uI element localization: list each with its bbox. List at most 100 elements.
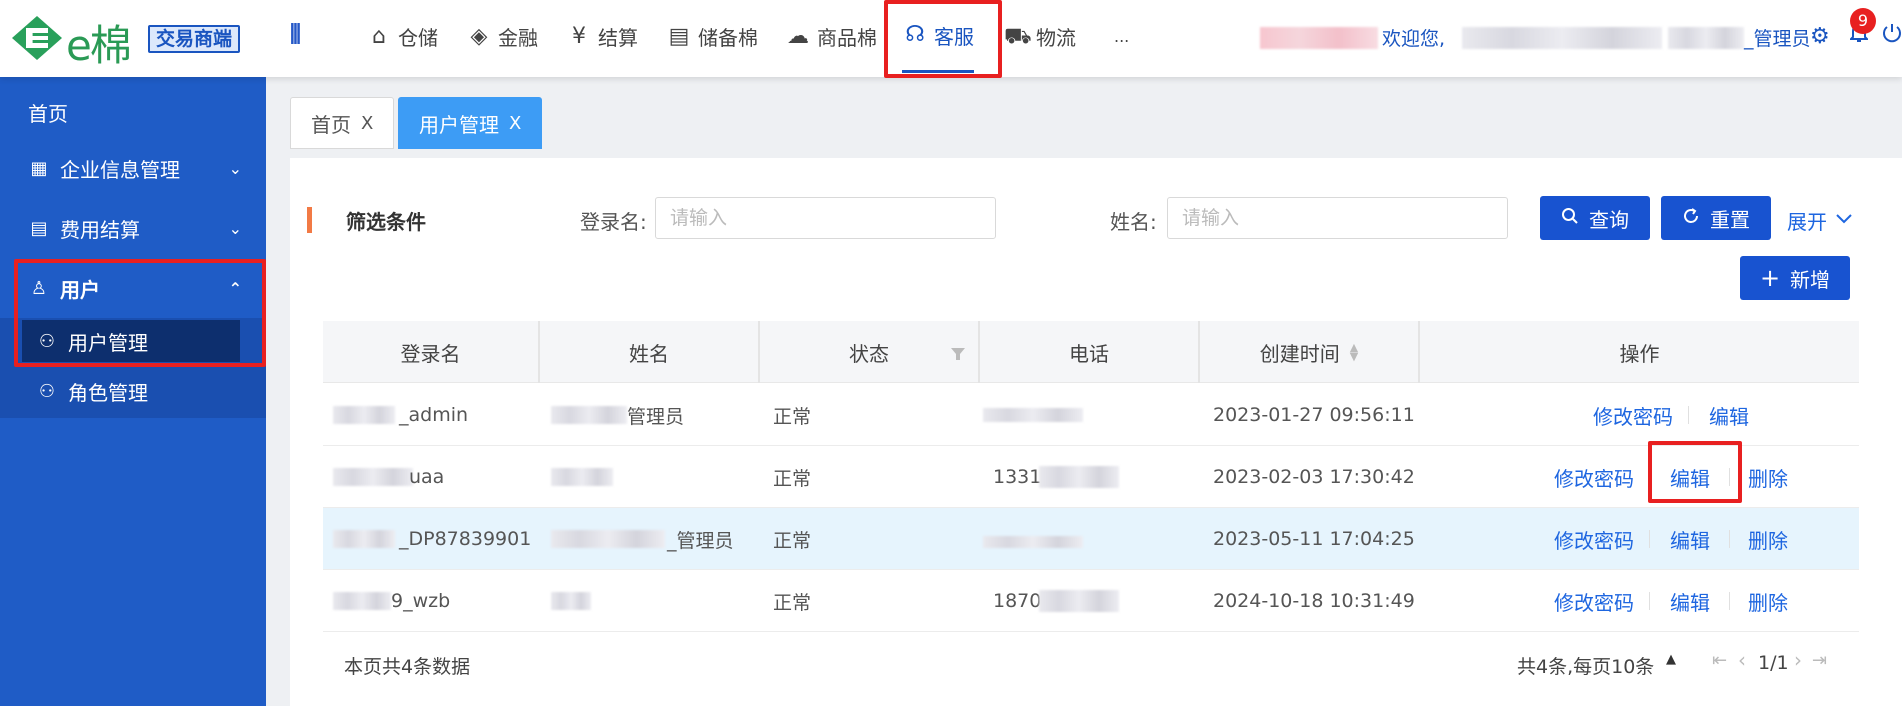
role-icon: ⚇ xyxy=(38,380,56,402)
add-button-label: 新增 xyxy=(1790,267,1831,292)
filter-accent-bar xyxy=(307,207,312,233)
redacted-login xyxy=(333,530,395,548)
nav-settlement[interactable]: ¥ 结算 xyxy=(566,0,638,73)
nav-more[interactable]: ... xyxy=(1114,0,1129,73)
change-password-link[interactable]: 修改密码 xyxy=(1554,446,1634,508)
sidebar-subitem-role-management[interactable]: ⚇ 角色管理 xyxy=(0,370,266,412)
op-separator xyxy=(1729,592,1730,610)
created-header-label: 创建时间 xyxy=(1259,341,1340,366)
cell-created: 2023-01-27 09:56:11 xyxy=(1213,404,1415,426)
status-header-label: 状态 xyxy=(849,341,889,366)
cloud-icon: ☁ xyxy=(787,23,809,49)
cell-status: 正常 xyxy=(773,405,812,428)
user-settings-icon: ⚇ xyxy=(38,330,56,352)
cell-status: 正常 xyxy=(773,529,812,552)
nav-label: 储备棉 xyxy=(698,26,758,50)
sidebar-label: 角色管理 xyxy=(68,380,148,405)
tab-user-management[interactable]: 用户管理 X xyxy=(398,97,543,149)
next-page-icon[interactable]: › xyxy=(1794,648,1802,672)
document-icon: ▤ xyxy=(668,23,690,49)
cell-status: 正常 xyxy=(773,591,812,614)
redacted-company xyxy=(1260,27,1378,49)
role-text: _管理员 xyxy=(1744,28,1811,50)
chevron-down-icon xyxy=(1835,206,1853,235)
change-password-link[interactable]: 修改密码 xyxy=(1554,508,1634,570)
edit-link[interactable]: 编辑 xyxy=(1709,384,1749,446)
name-input[interactable] xyxy=(1167,197,1508,239)
table-header: 登录名 姓名 状态 电话 创建时间 ▲ ▼ 操作 xyxy=(323,321,1859,383)
sidebar-item-fees[interactable]: ▤ 费用结算 ⌄ xyxy=(0,206,266,250)
nav-warehouse[interactable]: ⌂ 仓储 xyxy=(366,0,438,73)
redacted-phone xyxy=(983,408,1083,422)
top-header: e棉 交易商端 ⫴ ⌂ 仓储 ◈ 金融 ¥ 结算 ▤ 储备棉 ☁ 商品棉 ☊ 客… xyxy=(0,0,1902,77)
redacted-username-2 xyxy=(1668,27,1744,49)
headset-icon: ☊ xyxy=(905,22,925,47)
user-icon: ♙ xyxy=(30,277,48,299)
column-header-phone[interactable]: 电话 xyxy=(980,321,1200,383)
tab-home[interactable]: 首页 X xyxy=(290,97,395,149)
redacted-name xyxy=(551,468,613,486)
column-header-status[interactable]: 状态 xyxy=(760,321,980,383)
delete-link[interactable]: 删除 xyxy=(1748,508,1788,570)
column-header-login[interactable]: 登录名 xyxy=(323,321,540,383)
prev-page-icon[interactable]: ‹ xyxy=(1738,648,1746,672)
nav-customer-service[interactable]: ☊ 客服 xyxy=(902,0,974,73)
table-row: 9_wzb 正常 1870 2024-10-18 10:31:49 修改密码 编… xyxy=(323,570,1859,632)
close-icon[interactable]: X xyxy=(361,113,373,134)
op-separator xyxy=(1649,592,1650,610)
table-row: _DP87839901 _管理员 正常 2023-05-11 17:04:25 … xyxy=(323,508,1859,570)
delete-link[interactable]: 删除 xyxy=(1748,446,1788,508)
edit-link[interactable]: 编辑 xyxy=(1670,570,1710,632)
column-header-name[interactable]: 姓名 xyxy=(540,321,760,383)
sort-icon[interactable]: ▲ ▼ xyxy=(1350,342,1358,362)
logo-text: e棉 xyxy=(66,21,132,70)
login-name-input[interactable] xyxy=(655,197,996,239)
expand-link[interactable]: 展开 xyxy=(1787,206,1853,235)
nav-label: 仓储 xyxy=(398,26,438,50)
cell-login: _DP87839901 xyxy=(399,528,532,550)
truck-icon: ⛟ xyxy=(1004,23,1032,49)
redacted-phone xyxy=(983,536,1083,548)
nav-label: 结算 xyxy=(598,26,638,50)
op-separator xyxy=(1729,530,1730,548)
nav-finance[interactable]: ◈ 金融 xyxy=(466,0,538,73)
collapse-menu-icon[interactable]: ⫴ xyxy=(290,20,301,51)
nav-logistics[interactable]: ⛟ 物流 xyxy=(1004,0,1076,73)
op-separator xyxy=(1688,406,1689,424)
gear-icon[interactable]: ⚙ xyxy=(1810,24,1830,49)
first-page-icon[interactable]: ⇤ xyxy=(1712,650,1727,671)
add-button[interactable]: + 新增 xyxy=(1740,256,1850,300)
nav-label: 商品棉 xyxy=(817,26,877,50)
welcome-text: 欢迎您, xyxy=(1382,28,1446,50)
nav-reserve-cotton[interactable]: ▤ 储备棉 xyxy=(666,0,758,73)
power-icon[interactable] xyxy=(1882,22,1902,49)
close-icon[interactable]: X xyxy=(509,113,521,134)
edit-link[interactable]: 编辑 xyxy=(1670,446,1710,508)
delete-link[interactable]: 删除 xyxy=(1748,570,1788,632)
sidebar-item-home[interactable]: 首页 xyxy=(0,90,266,134)
page-size-caret-icon[interactable]: ▲ xyxy=(1666,652,1676,667)
column-header-actions: 操作 xyxy=(1619,341,1660,366)
chevron-up-icon: ⌃ xyxy=(228,278,242,298)
redacted-login xyxy=(333,468,413,486)
sidebar-item-enterprise[interactable]: ▦ 企业信息管理 ⌄ xyxy=(0,146,266,190)
filter-icon[interactable] xyxy=(950,343,966,367)
column-header-created[interactable]: 创建时间 ▲ ▼ xyxy=(1200,321,1420,383)
cell-phone: 1870 xyxy=(993,590,1042,612)
edit-link[interactable]: 编辑 xyxy=(1670,508,1710,570)
sidebar-subitem-user-management[interactable]: ⚇ 用户管理 xyxy=(22,320,240,362)
op-separator xyxy=(1729,468,1730,486)
sidebar-item-user[interactable]: ♙ 用户 ⌃ xyxy=(0,266,266,310)
cell-phone: 1331 xyxy=(993,466,1042,488)
nav-commodity-cotton[interactable]: ☁ 商品棉 xyxy=(785,0,877,73)
cell-status: 正常 xyxy=(773,467,812,490)
redacted-phone xyxy=(1039,466,1119,488)
change-password-link[interactable]: 修改密码 xyxy=(1554,570,1634,632)
reset-button[interactable]: 重置 xyxy=(1661,196,1771,240)
notification-badge: 9 xyxy=(1850,8,1876,34)
op-separator xyxy=(1649,530,1650,548)
change-password-link[interactable]: 修改密码 xyxy=(1593,384,1673,446)
search-button-label: 查询 xyxy=(1589,207,1629,232)
search-button[interactable]: 查询 xyxy=(1540,196,1650,240)
last-page-icon[interactable]: ⇥ xyxy=(1812,650,1827,671)
